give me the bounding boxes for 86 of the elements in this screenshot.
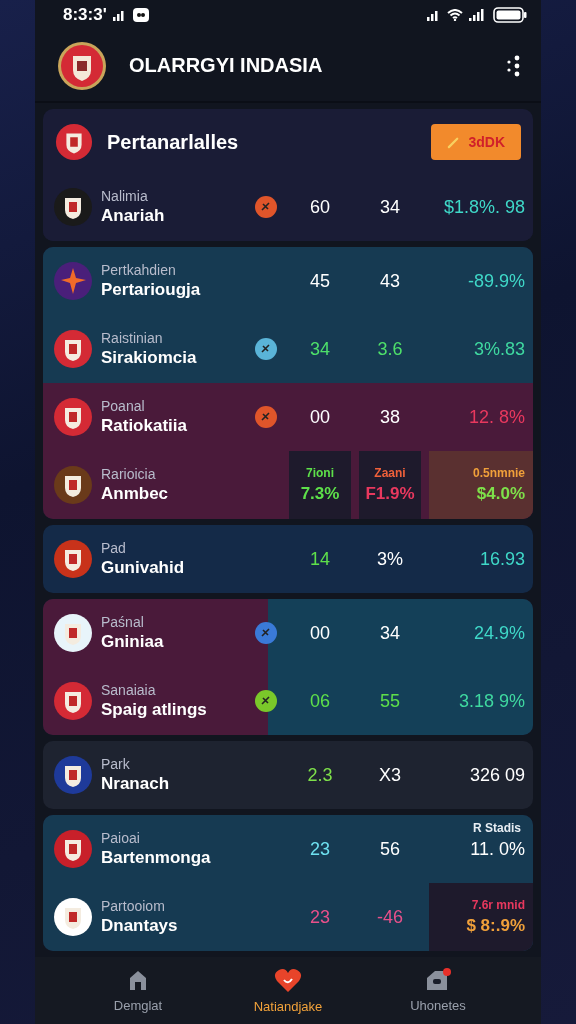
app-title: OLARRGYI INDASIA — [129, 54, 323, 78]
team-subtitle: Rarioicia — [101, 466, 157, 483]
stat-value: 11. 0% — [469, 838, 525, 860]
team-row[interactable]: Partooiom Dnantays 23 -46 7.6r mnid $ 8:.9% — [43, 883, 533, 952]
pencil-icon — [447, 135, 461, 149]
team-subtitle: Sanaiaia — [101, 682, 157, 699]
team-row[interactable]: Pad Gunivahid 14 3% 16.93 — [43, 525, 533, 594]
stat-value: 00 — [309, 622, 331, 644]
team-row[interactable]: Pertkahdien Pertariougja 45 43 -89.9% — [43, 247, 533, 316]
stat-value: 3.6 — [376, 338, 404, 360]
stat-value: 34 — [379, 196, 401, 218]
team-name: Anmbec — [101, 484, 170, 505]
stat-value: 3%.83 — [472, 338, 525, 360]
team-name: Sirakiomcia — [101, 348, 198, 369]
tag-icon — [425, 968, 451, 993]
team-name: Gniniaa — [101, 632, 165, 653]
stat-value: X3 — [378, 764, 402, 786]
team-row[interactable]: Paśnal Gniniaa 00 34 24.9% — [43, 599, 533, 668]
stat-label: Zaani — [374, 466, 406, 481]
nav-tab[interactable]: Natiandjake — [233, 966, 343, 1016]
team-name: Nranach — [101, 774, 171, 795]
stat-value: 2.3 — [306, 764, 334, 786]
card-title: Pertanarlalles — [107, 130, 239, 154]
team-name: Ratiokatiia — [101, 416, 188, 437]
team-subtitle: Partooiom — [101, 898, 166, 915]
stat-value: 326 09 — [468, 764, 525, 786]
stat-value: 38 — [379, 406, 401, 428]
heart-icon — [274, 967, 302, 994]
emblem-logo-icon — [57, 40, 107, 91]
stat-value: 34 — [309, 338, 331, 360]
team-subtitle: Park — [101, 756, 131, 773]
team-subtitle: Paioai — [101, 830, 141, 847]
stat-label: 7ioni — [306, 466, 334, 481]
team-subtitle: Paśnal — [101, 614, 145, 631]
stat-value: 24.9% — [472, 622, 525, 644]
stat-value: 00 — [309, 406, 331, 428]
team-row[interactable]: Raistinian Sirakiomcia 34 3.6 3%.83 — [43, 315, 533, 384]
team-subtitle: Raistinian — [101, 330, 164, 347]
team-subtitle: Nalimia — [101, 188, 149, 205]
stat-value: 12. 8% — [467, 406, 525, 428]
stat-value: 43 — [379, 270, 401, 292]
status-time: 8:3:3' — [63, 5, 107, 26]
stat-value: -46 — [376, 906, 404, 928]
signal-icon — [427, 9, 441, 22]
signal-icon — [469, 9, 487, 22]
stat-value: F1.9% — [365, 484, 415, 505]
stat-label: 7.6r mnid — [471, 898, 525, 913]
team-subtitle: Pad — [101, 540, 127, 557]
team-name: Pertariougja — [101, 280, 202, 301]
stat-label: 0.5nmnie — [472, 466, 525, 481]
menu-icon[interactable] — [505, 54, 521, 77]
nav-tab[interactable]: Uhonetes — [383, 967, 493, 1015]
stat-value: 06 — [309, 690, 331, 712]
team-row[interactable]: Sanaiaia Spaig atlings 06 55 3.18 9% — [43, 667, 533, 736]
team-name: Anariah — [101, 206, 166, 227]
battery-icon — [493, 7, 527, 24]
team-row[interactable]: Rarioicia Anmbec 7ioni 7.3% Zaani F1.9% 0.5nmnie $4.0% — [43, 451, 533, 520]
stat-value: -89.9% — [466, 270, 525, 292]
stat-value: 45 — [309, 270, 331, 292]
stat-value: 16.93 — [478, 548, 525, 570]
stat-value: $4.0% — [476, 484, 525, 505]
team-subtitle: Pertkahdien — [101, 262, 177, 279]
stat-value: 56 — [379, 838, 401, 860]
team-name: Spaig atlings — [101, 700, 208, 721]
team-name: Bartenmonga — [101, 848, 212, 869]
nav-tab[interactable]: Demglat — [83, 967, 193, 1015]
stat-value: 55 — [379, 690, 401, 712]
stat-value: 34 — [379, 622, 401, 644]
corner-label: R Stadis — [473, 821, 521, 836]
message-icon — [132, 8, 149, 23]
stat-value: 14 — [309, 548, 331, 570]
stat-value: $ 8:.9% — [466, 916, 525, 937]
stat-value: 23 — [309, 838, 331, 860]
team-row[interactable]: Poanal Ratiokatiia 00 38 12. 8% — [43, 383, 533, 452]
signal-icon — [112, 9, 127, 22]
team-row[interactable]: Park Nranach 2.3 X3 326 09 — [43, 741, 533, 810]
wifi-icon — [447, 9, 463, 22]
team-name: Gunivahid — [101, 558, 186, 579]
stat-value: $1.8%. 98 — [442, 196, 525, 218]
stat-value: 23 — [309, 906, 331, 928]
stat-value: 7.3% — [300, 484, 340, 505]
stat-value: 3% — [376, 548, 404, 570]
team-subtitle: Poanal — [101, 398, 146, 415]
stat-value: 60 — [309, 196, 331, 218]
team-name: Dnantays — [101, 916, 179, 937]
stat-value: 3.18 9% — [457, 690, 525, 712]
